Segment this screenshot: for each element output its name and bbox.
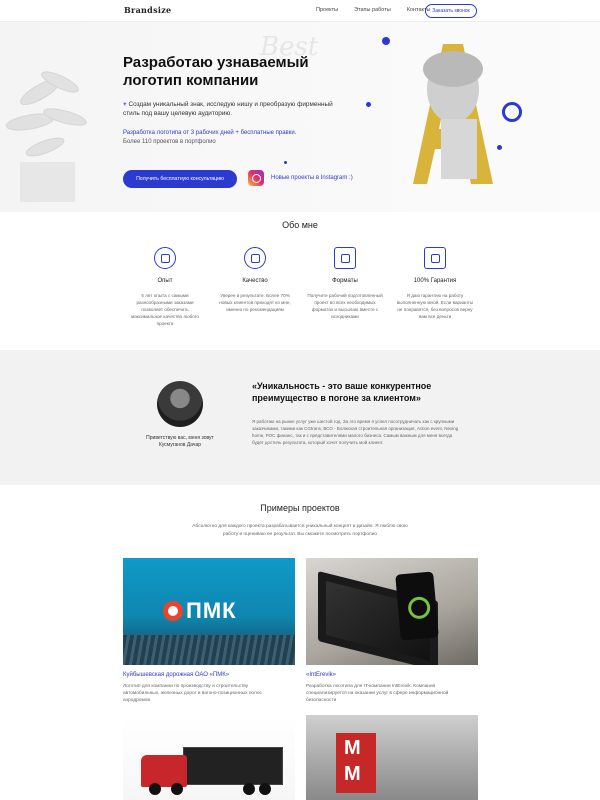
- project-desc: Разработка логотипа для IT-компании IntE…: [306, 684, 449, 703]
- project-title[interactable]: «IntErevik»: [306, 672, 478, 678]
- plus-mark: +: [123, 101, 127, 108]
- pmk-logo-mark: [163, 601, 183, 621]
- plant-decoration: [5, 71, 87, 202]
- about-item-desc: Получите рабочий подготовленный проект в…: [307, 293, 383, 319]
- about-title: Обо мне: [282, 220, 318, 230]
- author-greeting: Приветствую вас, меня зовут Кусмуганов Д…: [140, 435, 220, 449]
- about-item-quality: Качество Уверен в результате. Более 70% …: [210, 247, 300, 313]
- decor-dot: [284, 161, 287, 164]
- rails-decoration: [123, 635, 295, 665]
- quote-title: «Уникальность - это ваше конкурентное пр…: [252, 381, 432, 403]
- projects-intro: Абсолютно для каждого проекта разрабатыв…: [192, 524, 408, 537]
- hero-subtitle: + Создам уникальный знак, исследую нишу …: [123, 100, 343, 118]
- project-card[interactable]: [123, 715, 295, 800]
- project-card[interactable]: [306, 715, 478, 800]
- instagram-link[interactable]: Новые проекты в Instagram :): [271, 175, 353, 181]
- about-item-guarantee: 100% Гарантия Я даю гарантию на работу в…: [390, 247, 480, 320]
- nav-item-stages[interactable]: Этапы работы: [354, 7, 391, 13]
- truck-trailer: [183, 747, 283, 785]
- hero-note-terms: Разработка логотипа от 3 рабочих дней + …: [123, 130, 297, 136]
- order-call-button[interactable]: Заказать звонок: [425, 4, 477, 18]
- hero-note: Разработка логотипа от 3 рабочих дней + …: [123, 129, 296, 146]
- about-item-title: Опыт: [157, 278, 173, 284]
- about-item-title: Качество: [242, 278, 268, 284]
- project-image-pmk[interactable]: ПМК: [123, 558, 295, 665]
- project-card[interactable]: ПМК Куйбышевская дорожная ОАО «ПМК» Лого…: [123, 558, 295, 704]
- decor-dot: [497, 145, 502, 150]
- free-consultation-button[interactable]: Получить бесплатную консультацию: [123, 170, 237, 188]
- instagram-icon[interactable]: [248, 170, 264, 186]
- project-image-truck[interactable]: [123, 715, 295, 800]
- main-nav: Проекты Этапы работы Контакты: [316, 7, 430, 13]
- wheel: [243, 783, 255, 795]
- badge-icon: [154, 247, 176, 269]
- quote-section: Приветствую вас, меня зовут Кусмуганов Д…: [0, 350, 600, 485]
- nav-item-projects[interactable]: Проекты: [316, 7, 338, 13]
- gold-letter-statue-image: [413, 44, 493, 184]
- decor-dot: [382, 37, 390, 45]
- project-image-interevik[interactable]: [306, 558, 478, 665]
- project-image-gym[interactable]: [306, 715, 478, 800]
- decor-dot: [366, 102, 371, 107]
- pmk-logo: ПМК: [163, 598, 237, 624]
- diamond-icon: [244, 247, 266, 269]
- projects-title: Примеры проектов: [260, 503, 340, 513]
- hero-section: Best Разработаю узнаваемый логотип компа…: [0, 22, 600, 212]
- wheel: [259, 783, 271, 795]
- about-item-formats: Форматы Получите рабочий подготовленный …: [300, 247, 390, 320]
- about-item-desc: Я даю гарантию на работу выполненную мно…: [396, 293, 474, 319]
- quote-text: Я работаю на рынке услуг уже шестой год.…: [252, 419, 459, 445]
- project-title[interactable]: Куйбышевская дорожная ОАО «ПМК»: [123, 672, 295, 678]
- about-item-experience: Опыт 5 лет опыта с самыми разнообразными…: [120, 247, 210, 327]
- site-logo[interactable]: Brandsize: [124, 5, 171, 15]
- wheel: [171, 783, 183, 795]
- decor-ring: [502, 102, 522, 122]
- files-icon: [334, 247, 356, 269]
- hero-note-portfolio: Более 110 проектов в портфолио: [123, 138, 216, 145]
- site-header: Brandsize Проекты Этапы работы Контакты …: [0, 0, 600, 22]
- about-item-title: 100% Гарантия: [413, 278, 457, 284]
- hero-subtitle-text: Создам уникальный знак, исследую нишу и …: [123, 101, 333, 117]
- author-name: Кусмуганов Дачар: [158, 442, 202, 448]
- about-item-desc: 5 лет опыта с самыми разнообразными зака…: [131, 293, 199, 326]
- checkmark-icon: [424, 247, 446, 269]
- project-card[interactable]: «IntErevik» Разработка логотипа для IT-к…: [306, 558, 478, 704]
- avatar: [157, 381, 203, 427]
- wheel: [149, 783, 161, 795]
- gym-logo: [336, 733, 376, 793]
- about-item-desc: Уверен в результате. Более 70% новых кли…: [219, 293, 291, 312]
- pmk-logo-text: ПМК: [186, 598, 237, 623]
- phone-mockup: [395, 571, 439, 641]
- project-desc: Логотип для компании по производству и с…: [123, 684, 262, 703]
- greeting-text: Приветствую вас, меня зовут: [146, 435, 214, 441]
- truck-cab: [141, 755, 187, 787]
- hero-title: Разработаю узнаваемый логотип компании: [123, 54, 309, 89]
- about-item-title: Форматы: [332, 278, 358, 284]
